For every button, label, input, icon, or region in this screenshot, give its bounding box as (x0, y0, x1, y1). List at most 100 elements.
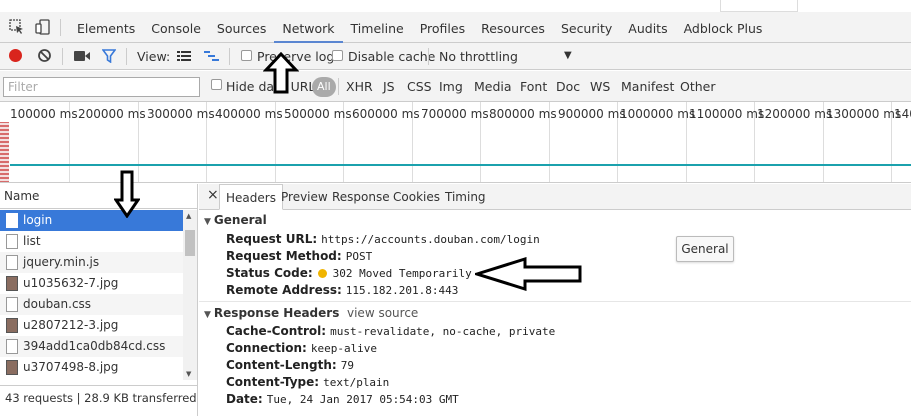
timeline-tick-label: 600000 ms (352, 107, 420, 121)
header-value: must-revalidate, no-cache, private (330, 325, 556, 338)
tab-adblock-plus[interactable]: Adblock Plus (676, 14, 771, 43)
tab-resources[interactable]: Resources (473, 14, 553, 43)
tab-network[interactable]: Network (274, 14, 343, 43)
tab-timeline[interactable]: Timeline (343, 14, 412, 43)
tab-headers[interactable]: Headers (219, 184, 283, 210)
header-value: 79 (340, 359, 354, 372)
response-headers-section-header[interactable]: ▼ Response Headers view source (199, 306, 911, 320)
remote-address-row: Remote Address: 115.182.201.8:443 (226, 283, 458, 297)
tab-preview[interactable]: Preview (281, 190, 328, 204)
hide-data-urls-checkbox[interactable] (211, 79, 222, 90)
document-icon (6, 213, 18, 228)
disable-cache-label[interactable]: Disable cache (348, 49, 435, 64)
tab-security[interactable]: Security (553, 14, 620, 43)
panel-tabs: Elements Console Sources Network Timelin… (69, 14, 770, 43)
header-value: https://accounts.douban.com/login (321, 233, 540, 246)
header-key: Content-Type: (226, 375, 320, 389)
timeline-tick-label: 1000000 ms (620, 107, 696, 121)
scrollbar-thumb[interactable] (185, 230, 195, 256)
network-summary: 43 requests | 28.9 KB transferred (0, 385, 197, 410)
video-camera-icon[interactable] (74, 50, 90, 62)
request-row[interactable]: u3707498-8.jpg (0, 357, 183, 378)
header-key: Request URL: (226, 232, 318, 246)
header-value: 115.182.201.8:443 (345, 284, 459, 297)
request-row[interactable]: douban.css (0, 294, 183, 315)
filter-other[interactable]: Other (680, 79, 716, 94)
request-list-scrollbar[interactable]: ▲ ▼ (183, 210, 197, 380)
content-type-row: Content-Type: text/plain (226, 375, 389, 389)
toolbar-divider (338, 78, 339, 95)
name-column-header[interactable]: Name (4, 189, 39, 203)
device-mode-icon[interactable] (35, 19, 51, 35)
record-button[interactable] (9, 49, 22, 62)
tab-sources[interactable]: Sources (209, 14, 274, 43)
request-row[interactable]: 394add1ca0db84cd.css (0, 336, 183, 357)
timeline-tick-label: 400000 ms (215, 107, 283, 121)
request-row[interactable]: u1035632-7.jpg (0, 273, 183, 294)
annotation-arrow-up-icon (263, 52, 299, 94)
inspect-element-icon[interactable] (9, 19, 25, 35)
header-value: keep-alive (310, 342, 378, 355)
header-value: 302 Moved Temporarily (332, 267, 472, 280)
section-title: General (213, 213, 267, 227)
details-tabs: × Headers Preview Response Cookies Timin… (199, 184, 911, 210)
request-row[interactable]: u2807212-3.jpg (0, 315, 183, 336)
timeline-tick-label: 300000 ms (147, 107, 215, 121)
status-dot-icon (317, 269, 327, 278)
scroll-up-arrow-icon[interactable]: ▲ (186, 212, 191, 220)
large-rows-icon[interactable] (177, 51, 191, 61)
header-key: Remote Address: (226, 283, 342, 297)
filter-ws[interactable]: WS (590, 79, 610, 94)
request-name: u1035632-7.jpg (23, 276, 119, 290)
tab-console[interactable]: Console (143, 14, 209, 43)
filter-xhr[interactable]: XHR (346, 79, 373, 94)
waterfall-overview-icon[interactable] (204, 51, 219, 61)
tab-response[interactable]: Response (332, 190, 390, 204)
filter-js[interactable]: JS (383, 79, 395, 94)
request-url-row: Request URL: https://accounts.douban.com/… (226, 232, 540, 246)
image-thumbnail-icon (6, 360, 18, 375)
request-name: u3707498-8.jpg (23, 360, 119, 374)
filter-css[interactable]: CSS (407, 79, 432, 94)
request-row[interactable]: list (0, 231, 183, 252)
view-label: View: (137, 49, 171, 64)
tab-timing[interactable]: Timing (445, 190, 486, 204)
timeline-tick-label: 1100000 ms (689, 107, 765, 121)
connection-row: Connection: keep-alive (226, 341, 377, 355)
scroll-down-arrow-icon[interactable]: ▼ (186, 370, 191, 378)
annotation-arrow-left-icon (475, 257, 582, 291)
filter-doc[interactable]: Doc (556, 79, 580, 94)
disable-cache-checkbox[interactable] (332, 50, 343, 61)
filter-funnel-icon[interactable] (102, 49, 116, 63)
tab-elements[interactable]: Elements (69, 14, 143, 43)
header-value: POST (345, 250, 373, 263)
throttling-select[interactable]: No throttling (439, 49, 518, 64)
preserve-log-checkbox[interactable] (241, 50, 252, 61)
timeline-tick-label: 800000 ms (489, 107, 557, 121)
close-icon[interactable]: × (207, 187, 219, 203)
filter-all-button[interactable]: All (312, 77, 336, 97)
request-row[interactable]: jquery.min.js (0, 252, 183, 273)
general-section-header[interactable]: ▼ General (199, 213, 911, 227)
header-key: Request Method: (226, 249, 342, 263)
tab-cookies[interactable]: Cookies (393, 190, 440, 204)
filter-media[interactable]: Media (474, 79, 512, 94)
tab-audits[interactable]: Audits (620, 14, 675, 43)
filter-input[interactable] (3, 77, 200, 97)
tab-profiles[interactable]: Profiles (412, 14, 473, 43)
header-key: Status Code: (226, 266, 313, 280)
chevron-down-icon[interactable]: ▼ (564, 50, 572, 61)
timeline-tick-label: 1300000 ms (826, 107, 902, 121)
view-source-link[interactable]: view source (347, 306, 418, 320)
request-row-login[interactable]: login (0, 210, 183, 231)
filter-font[interactable]: Font (520, 79, 547, 94)
filter-manifest[interactable]: Manifest (621, 79, 674, 94)
header-value: Tue, 24 Jan 2017 05:54:03 GMT (266, 393, 459, 406)
filter-img[interactable]: Img (439, 79, 463, 94)
collapse-triangle-icon[interactable]: ▼ (204, 310, 211, 320)
collapse-triangle-icon[interactable]: ▼ (204, 217, 211, 227)
timeline-tick-label: 100000 ms (10, 107, 78, 121)
request-name: 394add1ca0db84cd.css (23, 339, 166, 353)
toolbar-divider (62, 48, 63, 65)
clear-icon[interactable] (37, 48, 52, 63)
